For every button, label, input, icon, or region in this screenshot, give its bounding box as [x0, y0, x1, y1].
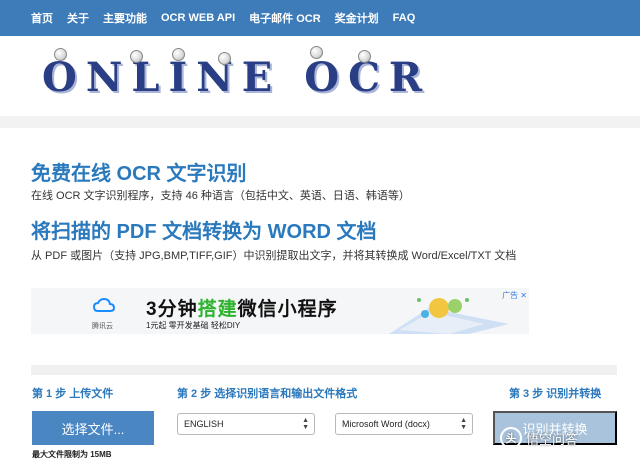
file-size-limit: 最大文件限制为 15MB — [32, 450, 112, 459]
language-select[interactable]: ENGLISH ▲ ▼ — [177, 413, 315, 435]
step1-label: 第 1 步 上传文件 — [32, 388, 114, 400]
bulb-icon — [218, 52, 231, 65]
ad-title: 3分钟搭建微信小程序 — [146, 294, 338, 321]
nav-email-ocr[interactable]: 电子邮件 OCR — [249, 10, 321, 26]
ad-title-highlight: 搭建 — [197, 299, 238, 320]
bulb-icon — [172, 48, 185, 61]
section-subtitle: 从 PDF 或图片（支持 JPG,BMP,TIFF,GIF）中识别提取出文字，并… — [31, 250, 517, 262]
ad-tag-label: 广告 — [502, 291, 519, 300]
ad-brand: 腾讯云 — [92, 323, 113, 330]
ad-title-part1: 3分钟 — [146, 299, 198, 320]
top-nav: 首页 关于 主要功能 OCR WEB API 电子邮件 OCR 奖金计划 FAQ — [0, 0, 640, 36]
nav-about[interactable]: 关于 — [67, 10, 89, 26]
bulb-icon — [310, 46, 323, 59]
bulb-icon — [54, 48, 67, 61]
format-select-value: Microsoft Word (docx) — [342, 419, 430, 429]
page: 首页 关于 主要功能 OCR WEB API 电子邮件 OCR 奖金计划 FAQ… — [0, 0, 640, 473]
watermark: 头 悟空问答 — [500, 423, 578, 453]
section-title: 将扫描的 PDF 文档转换为 WORD 文档 — [31, 221, 377, 243]
nav-bonus[interactable]: 奖金计划 — [335, 10, 379, 26]
ad-illustration — [389, 298, 509, 334]
close-icon[interactable]: ✕ — [520, 291, 527, 300]
logo-banner: ONLINE OCR — [0, 36, 640, 116]
divider — [0, 116, 640, 128]
cloud-icon — [93, 298, 115, 312]
watermark-text: 悟空问答 — [526, 431, 579, 447]
bulb-icon — [358, 50, 371, 63]
site-logo[interactable]: ONLINE OCR — [42, 46, 422, 114]
page-title: 免费在线 OCR 文字识别 — [31, 163, 247, 185]
format-select[interactable]: Microsoft Word (docx) ▲ ▼ — [335, 413, 473, 435]
page-subtitle: 在线 OCR 文字识别程序，支持 46 种语言（包括中文、英语、日语、韩语等） — [31, 190, 410, 202]
chevron-updown-icon: ▲ ▼ — [460, 417, 467, 431]
nav-faq[interactable]: FAQ — [393, 12, 416, 24]
ad-slogan: 1元起 零开发基础 轻松DIY — [146, 321, 241, 330]
step2-label: 第 2 步 选择识别语言和输出文件格式 — [177, 388, 358, 400]
chevron-updown-icon: ▲ ▼ — [302, 417, 309, 431]
step3-label: 第 3 步 识别并转换 — [509, 388, 602, 400]
nav-web-api[interactable]: OCR WEB API — [161, 12, 235, 24]
bulb-icon — [130, 50, 143, 63]
ad-banner[interactable]: 腾讯云 3分钟搭建微信小程序 1元起 零开发基础 轻松DIY 广告 ✕ — [31, 288, 529, 334]
ad-title-part2: 微信小程序 — [237, 299, 338, 320]
logo-text: ONLINE OCR — [42, 54, 432, 101]
watermark-icon: 头 — [500, 427, 522, 449]
language-select-value: ENGLISH — [184, 419, 224, 429]
nav-features[interactable]: 主要功能 — [103, 10, 147, 26]
divider — [31, 365, 617, 375]
choose-file-button[interactable]: 选择文件... — [32, 411, 154, 445]
nav-home[interactable]: 首页 — [31, 10, 53, 26]
ad-tag[interactable]: 广告 ✕ — [502, 290, 527, 301]
